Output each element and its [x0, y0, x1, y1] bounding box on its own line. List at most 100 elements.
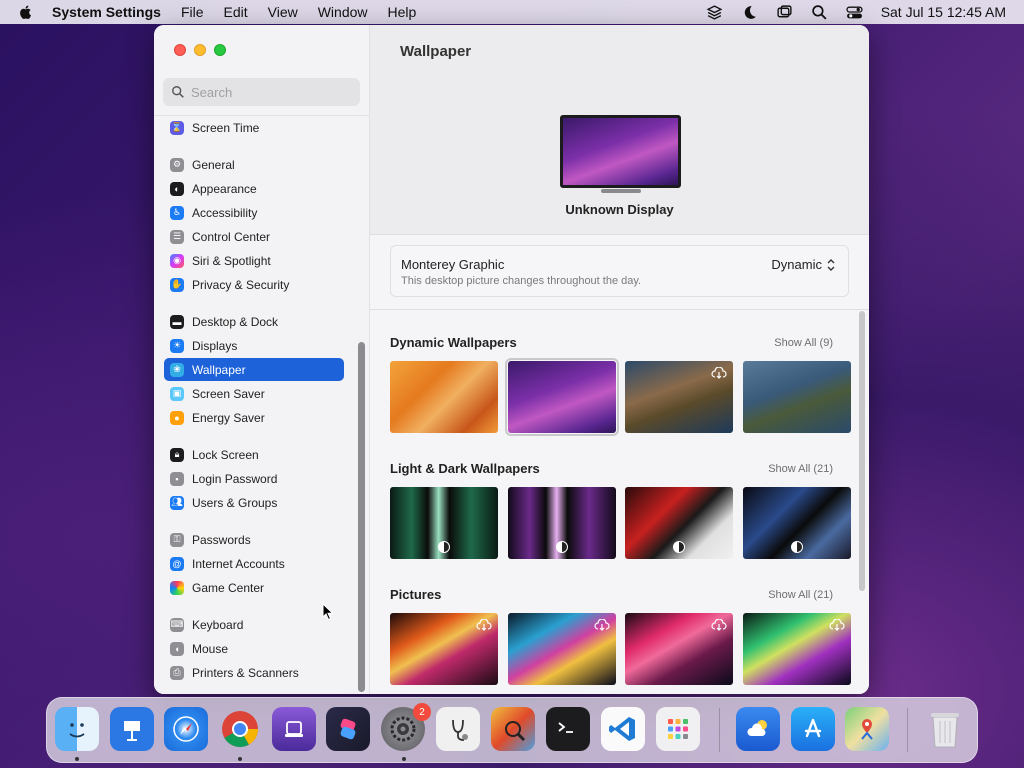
show-all-dynamic[interactable]: Show All (9)	[774, 337, 833, 349]
dock-system-information-icon[interactable]	[436, 707, 480, 751]
search-field[interactable]	[163, 78, 360, 106]
display-name: Unknown Display	[565, 202, 674, 217]
moon-icon[interactable]	[741, 4, 758, 21]
dock-vscode-icon[interactable]	[601, 707, 645, 751]
sidebar-item-screen-time[interactable]: ⌛ Screen Time	[164, 116, 344, 139]
dock-instruments-icon[interactable]	[491, 707, 535, 751]
zoom-button[interactable]	[214, 44, 226, 56]
control-center-icon[interactable]	[846, 4, 863, 21]
sidebar-item-printers-scanners[interactable]: ⎙ Printers & Scanners	[164, 661, 344, 684]
sidebar-item-lock-screen[interactable]: 🔒︎ Lock Screen	[164, 443, 344, 466]
menu-file[interactable]: File	[181, 4, 204, 20]
sidebar-item-mouse[interactable]: ◖ Mouse	[164, 637, 344, 660]
menu-window[interactable]: Window	[318, 4, 368, 20]
dock-chrome-icon[interactable]	[218, 707, 262, 751]
close-button[interactable]	[174, 44, 186, 56]
sidebar-item-general[interactable]: ⚙ General	[164, 153, 344, 176]
wallpaper-mode-value: Dynamic	[771, 257, 822, 272]
wallpaper-mode-popup[interactable]: Dynamic	[771, 257, 836, 272]
section-title-dynamic: Dynamic Wallpapers	[390, 335, 517, 350]
control-center-icon: ☰	[170, 229, 184, 244]
at-icon: @	[170, 556, 184, 571]
sidebar-item-displays[interactable]: ☀ Displays	[164, 334, 344, 357]
siri-icon: ◉	[170, 253, 184, 268]
dock-configurator-icon[interactable]	[272, 707, 316, 751]
running-indicator	[238, 757, 242, 761]
menu-app-name[interactable]: System Settings	[52, 4, 161, 20]
sidebar-item-passwords[interactable]: ⚿ Passwords	[164, 528, 344, 551]
keyboard-icon: ⌨	[170, 617, 184, 632]
sidebar-list: ⌛ Screen Time ⚙ General ◐ Appearance ♿ Acces…	[154, 116, 370, 694]
light-dark-icon	[438, 541, 450, 553]
dock-shortcuts-icon[interactable]	[326, 707, 370, 751]
display-preview-screen	[560, 115, 681, 188]
sidebar-item-wallpaper[interactable]: ❀ Wallpaper	[164, 358, 344, 381]
menu-view[interactable]: View	[268, 4, 298, 20]
sidebar-item-screen-saver[interactable]: ▣ Screen Saver	[164, 382, 344, 405]
running-indicator	[402, 757, 406, 761]
wallpaper-thumb-ventura[interactable]	[390, 361, 498, 433]
appearance-icon: ◐	[170, 181, 184, 196]
menu-edit[interactable]: Edit	[224, 4, 248, 20]
screen-mirroring-icon[interactable]	[776, 4, 793, 21]
up-down-chevron-icon	[827, 258, 835, 271]
dock-safari-icon[interactable]	[164, 707, 208, 751]
spotlight-search-icon[interactable]	[811, 4, 828, 21]
wallpaper-thumb-catalina-1[interactable]	[625, 361, 733, 433]
section-title-light-dark: Light & Dark Wallpapers	[390, 461, 540, 476]
sidebar-item-energy-saver[interactable]: ● Energy Saver	[164, 406, 344, 429]
wallpaper-thumb-catalina-2[interactable]	[743, 361, 851, 433]
search-icon	[172, 86, 184, 98]
printer-icon: ⎙	[170, 665, 184, 680]
dock-maps-icon[interactable]	[845, 707, 889, 751]
menu-help[interactable]: Help	[388, 4, 417, 20]
wallpaper-thumb-picture-2[interactable]	[508, 613, 616, 685]
current-wallpaper-box: Monterey Graphic This desktop picture ch…	[390, 245, 849, 297]
dock-keynote-icon[interactable]	[110, 707, 154, 751]
sidebar-item-login-password[interactable]: ▪ Login Password	[164, 467, 344, 490]
sidebar-item-desktop-dock[interactable]: ▬ Desktop & Dock	[164, 310, 344, 333]
dock-finder-icon[interactable]	[55, 707, 99, 751]
sidebar-item-users-groups[interactable]: 👥︎ Users & Groups	[164, 491, 344, 514]
wallpaper-thumb-monterey-graphic[interactable]	[505, 358, 619, 436]
sidebar-item-accessibility[interactable]: ♿ Accessibility	[164, 201, 344, 224]
sidebar-item-control-center[interactable]: ☰ Control Center	[164, 225, 344, 248]
sidebar: ⌛Screen Time ⚙General ◐Appearance ♿Acces…	[154, 25, 370, 694]
dock-launchpad-icon[interactable]	[656, 707, 700, 751]
wallpaper-thumb-macbook-blue[interactable]	[743, 487, 851, 559]
sidebar-scrollbar[interactable]	[358, 342, 365, 692]
sidebar-item-internet-accounts[interactable]: @ Internet Accounts	[164, 552, 344, 575]
show-all-light-dark[interactable]: Show All (21)	[768, 463, 833, 475]
sidebar-item-appearance[interactable]: ◐ Appearance	[164, 177, 344, 200]
dock-terminal-icon[interactable]	[546, 707, 590, 751]
window-controls	[174, 44, 226, 56]
sun-icon: ☀	[170, 338, 184, 353]
key-icon: ⚿	[170, 532, 184, 547]
sidebar-item-keyboard[interactable]: ⌨ Keyboard	[164, 613, 344, 636]
menu-clock[interactable]: Sat Jul 15 12:45 AM	[881, 4, 1006, 20]
main-scrollbar[interactable]	[859, 311, 865, 591]
sidebar-item-game-center[interactable]: Game Center	[164, 576, 344, 599]
sidebar-item-privacy-security[interactable]: ✋ Privacy & Security	[164, 273, 344, 296]
mouse-icon: ◖	[170, 641, 184, 656]
light-dark-icon	[556, 541, 568, 553]
wallpaper-thumb-macbook-red[interactable]	[625, 487, 733, 559]
wallpaper-thumb-picture-3[interactable]	[625, 613, 733, 685]
wallpaper-thumb-picture-1[interactable]	[390, 613, 498, 685]
light-dark-icon	[673, 541, 685, 553]
wallpaper-thumb-macbook-purple[interactable]	[508, 487, 616, 559]
minimize-button[interactable]	[194, 44, 206, 56]
dock-app-store-icon[interactable]	[791, 707, 835, 751]
show-all-pictures[interactable]: Show All (21)	[768, 589, 833, 601]
wallpaper-thumb-macbook-green[interactable]	[390, 487, 498, 559]
dock-weather-icon[interactable]	[736, 707, 780, 751]
sidebar-item-siri-spotlight[interactable]: ◉ Siri & Spotlight	[164, 249, 344, 272]
dock-trash-icon[interactable]	[923, 707, 967, 751]
lock-icon: 🔒︎	[170, 447, 184, 462]
apple-menu-icon[interactable]	[18, 4, 34, 20]
search-input[interactable]	[191, 84, 351, 100]
cloud-download-icon	[829, 619, 845, 631]
layers-icon[interactable]	[706, 4, 723, 21]
cloud-download-icon	[711, 619, 727, 631]
wallpaper-thumb-picture-4[interactable]	[743, 613, 851, 685]
